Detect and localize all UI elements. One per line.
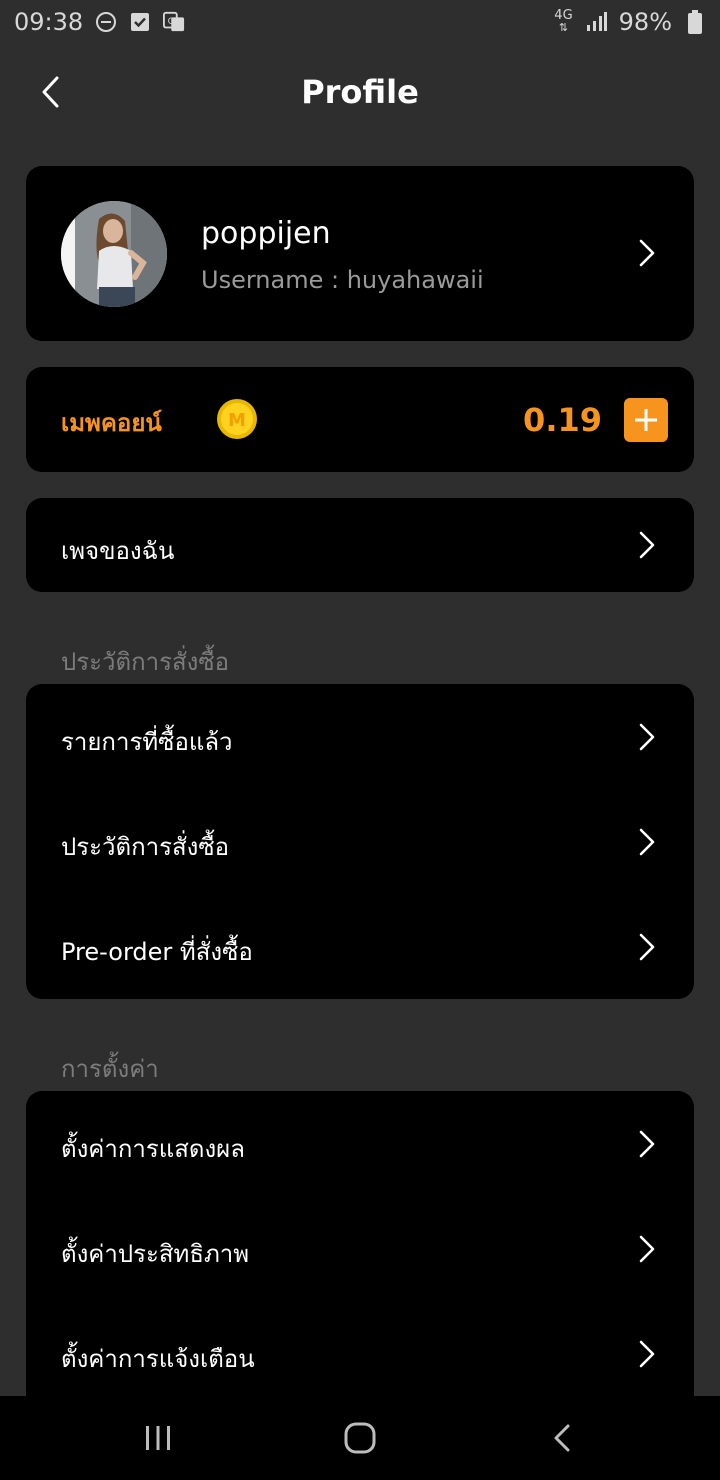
battery-percentage: 98% (618, 8, 672, 36)
username: Username : huyahawaii (201, 266, 484, 294)
chevron-right-icon (636, 720, 658, 754)
signal-icon (585, 11, 607, 33)
list-item-purchased[interactable]: รายการที่ซื้อแล้ว (26, 684, 694, 789)
settings-list: ตั้งค่าการแสดงผล ตั้งค่าประสิทธิภาพ ตั้ง… (26, 1091, 694, 1421)
my-page-label: เพจของฉัน (61, 537, 175, 565)
list-item-label: ตั้งค่าการแจ้งเตือน (61, 1345, 255, 1373)
purchase-section-title: ประวัติการสั่งซื้อ (61, 648, 230, 676)
page-title: Profile (301, 73, 419, 111)
chevron-right-icon (636, 1232, 658, 1266)
list-item-label: ตั้งค่าการแสดงผล (61, 1135, 245, 1163)
header: Profile (0, 50, 720, 134)
coin-label: เมพคอยน์ (61, 409, 162, 437)
checkbox-notification-icon (129, 11, 151, 33)
coin-icon: M (216, 398, 258, 440)
list-item-notification-settings[interactable]: ตั้งค่าการแจ้งเตือน (26, 1301, 694, 1406)
coin-icon-letter: M (228, 410, 246, 431)
home-button[interactable] (340, 1418, 380, 1458)
back-button[interactable] (30, 70, 70, 114)
chevron-right-icon (636, 528, 658, 562)
plus-icon (635, 409, 657, 431)
status-time: 09:38 (14, 8, 84, 36)
my-page-row[interactable]: เพจของฉัน (26, 498, 694, 592)
coin-card: เมพคอยน์ M 0.19 (26, 367, 694, 472)
translate-icon: G (163, 11, 185, 33)
coin-balance: 0.19 (523, 401, 602, 439)
status-bar: 09:38 G 4G ⇅ 98% (0, 0, 720, 44)
list-item-label: Pre-order ที่สั่งซื้อ (61, 938, 253, 966)
list-item-order-history[interactable]: ประวัติการสั่งซื้อ (26, 789, 694, 894)
data-arrows-icon: ⇅ (558, 21, 569, 34)
status-right: 4G ⇅ 98% (554, 8, 706, 36)
list-item-label: รายการที่ซื้อแล้ว (61, 728, 233, 756)
navigation-bar (0, 1396, 720, 1480)
recent-apps-icon (146, 1426, 170, 1450)
chevron-right-icon (636, 1337, 658, 1371)
list-item-preorders[interactable]: Pre-order ที่สั่งซื้อ (26, 894, 694, 999)
list-item-label: ตั้งค่าประสิทธิภาพ (61, 1240, 250, 1268)
profile-card[interactable]: poppijen Username : huyahawaii (26, 166, 694, 341)
chevron-right-icon (636, 1127, 658, 1161)
list-item-label: ประวัติการสั่งซื้อ (61, 833, 230, 861)
status-left: 09:38 G (14, 8, 185, 36)
add-coins-button[interactable] (624, 398, 668, 442)
battery-icon (684, 10, 706, 34)
network-type-icon: 4G ⇅ (554, 9, 572, 34)
list-item-performance-settings[interactable]: ตั้งค่าประสิทธิภาพ (26, 1196, 694, 1301)
do-not-disturb-icon (95, 11, 117, 33)
chevron-right-icon (636, 825, 658, 859)
chevron-right-icon (636, 930, 658, 964)
chevron-left-icon (42, 76, 59, 108)
home-icon (344, 1422, 376, 1454)
list-item-display-settings[interactable]: ตั้งค่าการแสดงผล (26, 1091, 694, 1196)
settings-section-title: การตั้งค่า (61, 1055, 159, 1083)
display-name: poppijen (201, 216, 331, 251)
chevron-right-icon (636, 236, 658, 270)
nav-back-button[interactable] (542, 1418, 582, 1458)
purchase-list: รายการที่ซื้อแล้ว ประวัติการสั่งซื้อ Pre… (26, 684, 694, 999)
avatar (61, 201, 167, 307)
svg-text:G: G (168, 16, 175, 27)
back-icon (554, 1424, 570, 1452)
recent-apps-button[interactable] (138, 1418, 178, 1458)
